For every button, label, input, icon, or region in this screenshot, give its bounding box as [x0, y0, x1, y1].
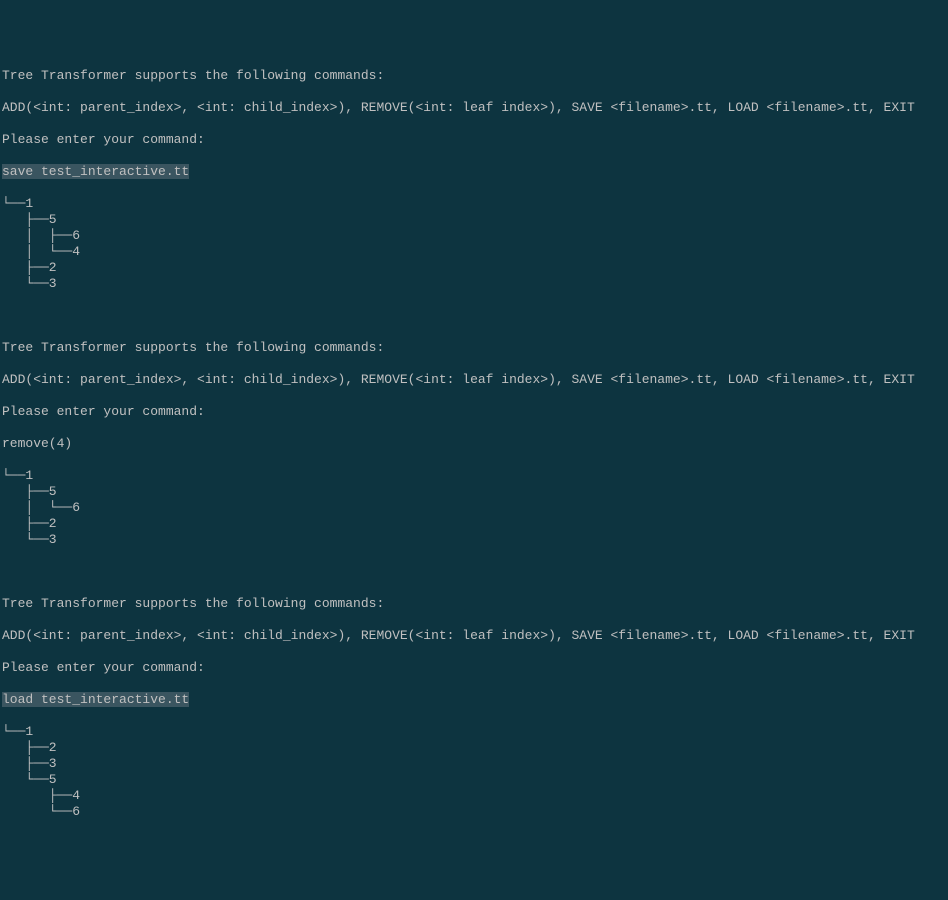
header-line-2: Tree Transformer supports the following …	[2, 340, 946, 356]
header-line-1: Tree Transformer supports the following …	[2, 68, 946, 84]
command-input-3[interactable]: load test_interactive.tt	[2, 692, 946, 708]
prompt-line-2: Please enter your command:	[2, 404, 946, 420]
command-input-1[interactable]: save test_interactive.tt	[2, 164, 946, 180]
header-line-3: Tree Transformer supports the following …	[2, 596, 946, 612]
prompt-line-3: Please enter your command:	[2, 660, 946, 676]
blank-line-2	[2, 564, 946, 580]
command-text-3: load test_interactive.tt	[2, 692, 189, 707]
command-input-2[interactable]: remove(4)	[2, 436, 946, 452]
commands-line-1: ADD(<int: parent_index>, <int: child_ind…	[2, 100, 946, 116]
tree-output-2: └──1 ├──5 │ └──6 ├──2 └──3	[2, 468, 946, 548]
tree-output-3: └──1 ├──2 ├──3 └──5 ├──4 └──6	[2, 724, 946, 820]
command-text-2: remove(4)	[2, 436, 72, 451]
commands-line-3: ADD(<int: parent_index>, <int: child_ind…	[2, 628, 946, 644]
blank-line-1	[2, 308, 946, 324]
command-text-1: save test_interactive.tt	[2, 164, 189, 179]
commands-line-2: ADD(<int: parent_index>, <int: child_ind…	[2, 372, 946, 388]
tree-output-1: └──1 ├──5 │ ├──6 │ └──4 ├──2 └──3	[2, 196, 946, 292]
prompt-line-1: Please enter your command:	[2, 132, 946, 148]
